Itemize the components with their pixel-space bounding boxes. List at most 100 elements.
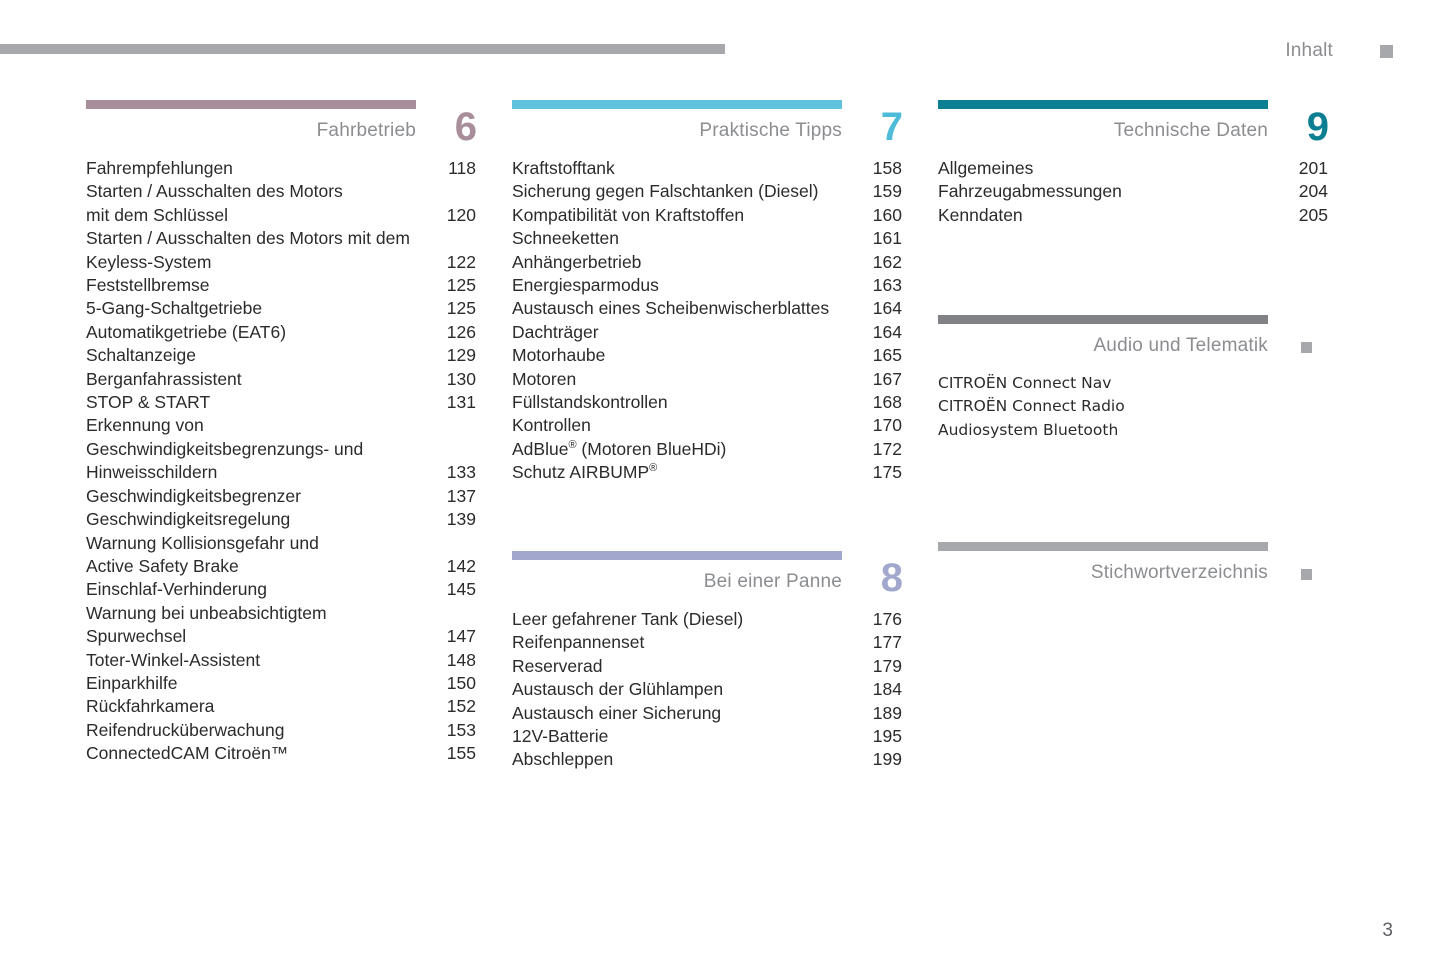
- section-bar-fahrbetrieb: [86, 100, 416, 109]
- toc-entry-page-number: 148: [446, 649, 476, 670]
- toc-entry[interactable]: Starten / Ausschalten des Motors mit dem…: [86, 180, 476, 227]
- toc-entry[interactable]: CITROËN Connect Radio: [938, 395, 1328, 418]
- toc-entry-label: Kompatibilität von Kraftstoffen: [512, 204, 745, 225]
- toc-entry[interactable]: Reserverad 179: [512, 655, 902, 678]
- toc-entry-label: Allgemeines: [938, 158, 1034, 178]
- header-top-rule: [0, 44, 725, 54]
- toc-entry[interactable]: Schneeketten 161: [512, 227, 902, 250]
- toc-entry[interactable]: Fahrzeugabmessungen 204: [938, 180, 1328, 203]
- toc-entry[interactable]: Austausch eines Scheibenwischerblattes 16…: [512, 297, 902, 320]
- toc-entry[interactable]: Allgemeines 201: [938, 157, 1328, 180]
- toc-entry-label: Austausch eines Scheibenwischerblattes: [512, 298, 830, 319]
- toc-entry-page-number: 195: [872, 726, 902, 747]
- toc-entry[interactable]: Austausch einer Sicherung 189: [512, 702, 902, 725]
- toc-entry[interactable]: Einschlaf-Verhinderung 145: [86, 578, 476, 601]
- section-fahrbetrieb: Fahrbetrieb 6 Fahrempfehlungen 118 Starten…: [86, 100, 477, 766]
- section-square-marker-index: [1301, 569, 1312, 580]
- toc-entry-label: Kenndaten: [938, 204, 1023, 225]
- toc-entry[interactable]: Toter-Winkel-Assistent 148: [86, 649, 476, 672]
- toc-entry[interactable]: Feststellbremse 125: [86, 274, 476, 297]
- toc-entry[interactable]: AdBlue® (Motoren BlueHDi) 172: [512, 438, 902, 461]
- toc-entry[interactable]: Motorhaube 165: [512, 344, 902, 367]
- toc-entry-label: Toter-Winkel-Assistent: [86, 649, 261, 670]
- toc-entry[interactable]: 12V-Batterie 195: [512, 725, 902, 748]
- toc-entry[interactable]: Automatikgetriebe (EAT6) 126: [86, 321, 476, 344]
- toc-entry-page-number: 165: [872, 345, 902, 366]
- toc-entry-label: Leer gefahrener Tank (Diesel): [512, 609, 744, 629]
- toc-entry[interactable]: ConnectedCAM Citroën™ 155: [86, 742, 476, 765]
- section-title-stichwortverzeichnis: Stichwortverzeichnis: [1090, 562, 1268, 583]
- toc-entry-label: Erkennung von Geschwindigkeitsbegrenzung…: [86, 415, 364, 483]
- toc-entry-label: CITROËN Connect Nav: [938, 374, 1112, 392]
- toc-entry[interactable]: Abschleppen 199: [512, 748, 902, 771]
- toc-entry[interactable]: Energiesparmodus 163: [512, 274, 902, 297]
- toc-entry-label: Starten / Ausschalten des Motors mit dem…: [86, 228, 410, 272]
- toc-entry[interactable]: Warnung bei unbeabsichtigtem Spurwechsel…: [86, 602, 476, 649]
- section-number-technische-daten: 9: [1306, 105, 1329, 149]
- toc-entry[interactable]: Geschwindigkeitsbegrenzer 137: [86, 485, 476, 508]
- toc-entry[interactable]: Schutz AIRBUMP® 175: [512, 461, 902, 484]
- toc-entry[interactable]: Anhängerbetrieb 162: [512, 251, 902, 274]
- toc-entry-label: Schutz AIRBUMP®: [512, 462, 658, 483]
- section-square-marker-audio: [1301, 342, 1312, 353]
- toc-entry[interactable]: Audiosystem Bluetooth: [938, 419, 1328, 442]
- toc-entry[interactable]: Erkennung von Geschwindigkeitsbegrenzung…: [86, 414, 476, 484]
- toc-entry-page-number: 164: [872, 321, 902, 342]
- toc-entry[interactable]: Füllstandskontrollen 168: [512, 391, 902, 414]
- toc-entry-page-number: 189: [872, 702, 902, 723]
- toc-list-bei-einer-panne: Leer gefahrener Tank (Diesel) 176 Reifenpa…: [512, 608, 902, 772]
- section-title-praktische-tipps: Praktische Tipps: [699, 120, 842, 141]
- toc-entry[interactable]: Sicherung gegen Falschtanken (Diesel) 159: [512, 180, 902, 203]
- toc-entry[interactable]: Berganfahrassistent 130: [86, 368, 476, 391]
- toc-entry-label: Austausch der Glühlampen: [512, 679, 724, 700]
- section-header-bei-einer-panne: Bei einer Panne 8: [512, 556, 903, 606]
- toc-entry-label: 12V-Batterie: [512, 726, 609, 747]
- toc-entry-label: Warnung bei unbeabsichtigtem Spurwechsel: [86, 602, 327, 647]
- section-bar-praktische-tipps: [512, 100, 842, 109]
- toc-entry[interactable]: Starten / Ausschalten des Motors mit dem…: [86, 227, 476, 274]
- toc-entry-page-number: 147: [446, 626, 476, 647]
- page-title: Inhalt: [1285, 40, 1333, 61]
- toc-entry-page-number: 150: [446, 672, 476, 693]
- section-header-audio-und-telematik: Audio und Telematik: [938, 324, 1328, 370]
- toc-entry[interactable]: Kraftstofftank 158: [512, 157, 902, 180]
- toc-entry[interactable]: Rückfahrkamera 152: [86, 695, 476, 718]
- toc-entry[interactable]: Geschwindigkeitsregelung 139: [86, 508, 476, 531]
- toc-entry[interactable]: Motoren 167: [512, 368, 902, 391]
- toc-entry-label: Rückfahrkamera: [86, 696, 215, 717]
- toc-entry[interactable]: Austausch der Glühlampen 184: [512, 678, 902, 701]
- toc-entry[interactable]: Reifendrucküberwachung 153: [86, 719, 476, 742]
- toc-entry-page-number: 130: [446, 368, 476, 389]
- toc-entry-label: Einparkhilfe: [86, 672, 178, 693]
- section-number-bei-einer-panne: 8: [880, 556, 903, 600]
- toc-entry[interactable]: STOP & START 131: [86, 391, 476, 414]
- toc-entry[interactable]: Kompatibilität von Kraftstoffen 160: [512, 204, 902, 227]
- toc-entry-label: 5-Gang-Schaltgetriebe: [86, 298, 263, 319]
- section-technische-daten: Technische Daten 9 Allgemeines 201 Fahrzeu…: [938, 100, 1329, 227]
- toc-entry[interactable]: Warnung Kollisionsgefahr und Active Safe…: [86, 532, 476, 579]
- toc-entry[interactable]: Reifenpannenset 177: [512, 631, 902, 654]
- toc-entry-label: Schaltanzeige: [86, 345, 196, 366]
- section-bar-audio-und-telematik: [938, 315, 1268, 324]
- toc-entry-page-number: 201: [1298, 158, 1328, 178]
- footer-page-number: 3: [1382, 920, 1393, 941]
- toc-entry-label: Fahrempfehlungen: [86, 158, 233, 178]
- toc-entry[interactable]: Fahrempfehlungen 118: [86, 157, 476, 180]
- toc-entry[interactable]: Einparkhilfe 150: [86, 672, 476, 695]
- toc-entry[interactable]: Dachträger 164: [512, 321, 902, 344]
- toc-entry[interactable]: 5-Gang-Schaltgetriebe 125: [86, 297, 476, 320]
- toc-entry-page-number: 205: [1298, 204, 1328, 225]
- section-praktische-tipps: Praktische Tipps 7 Kraftstofftank 158 Sich…: [512, 100, 903, 485]
- toc-entry[interactable]: Kenndaten 205: [938, 204, 1328, 227]
- toc-entry[interactable]: Schaltanzeige 129: [86, 344, 476, 367]
- toc-entry-label: ConnectedCAM Citroën™: [86, 743, 289, 764]
- toc-entry-label: Reifendrucküberwachung: [86, 719, 285, 740]
- toc-entry[interactable]: Leer gefahrener Tank (Diesel) 176: [512, 608, 902, 631]
- toc-entry-label: Anhängerbetrieb: [512, 251, 642, 272]
- toc-entry-label: Warnung Kollisionsgefahr und Active Safe…: [86, 532, 319, 576]
- toc-entry[interactable]: Kontrollen 170: [512, 414, 902, 437]
- toc-entry[interactable]: CITROËN Connect Nav: [938, 372, 1328, 395]
- toc-entry-label: Geschwindigkeitsbegrenzer: [86, 485, 301, 506]
- toc-entry-page-number: 160: [872, 204, 902, 225]
- toc-list-fahrbetrieb: Fahrempfehlungen 118 Starten / Ausschalten…: [86, 157, 476, 766]
